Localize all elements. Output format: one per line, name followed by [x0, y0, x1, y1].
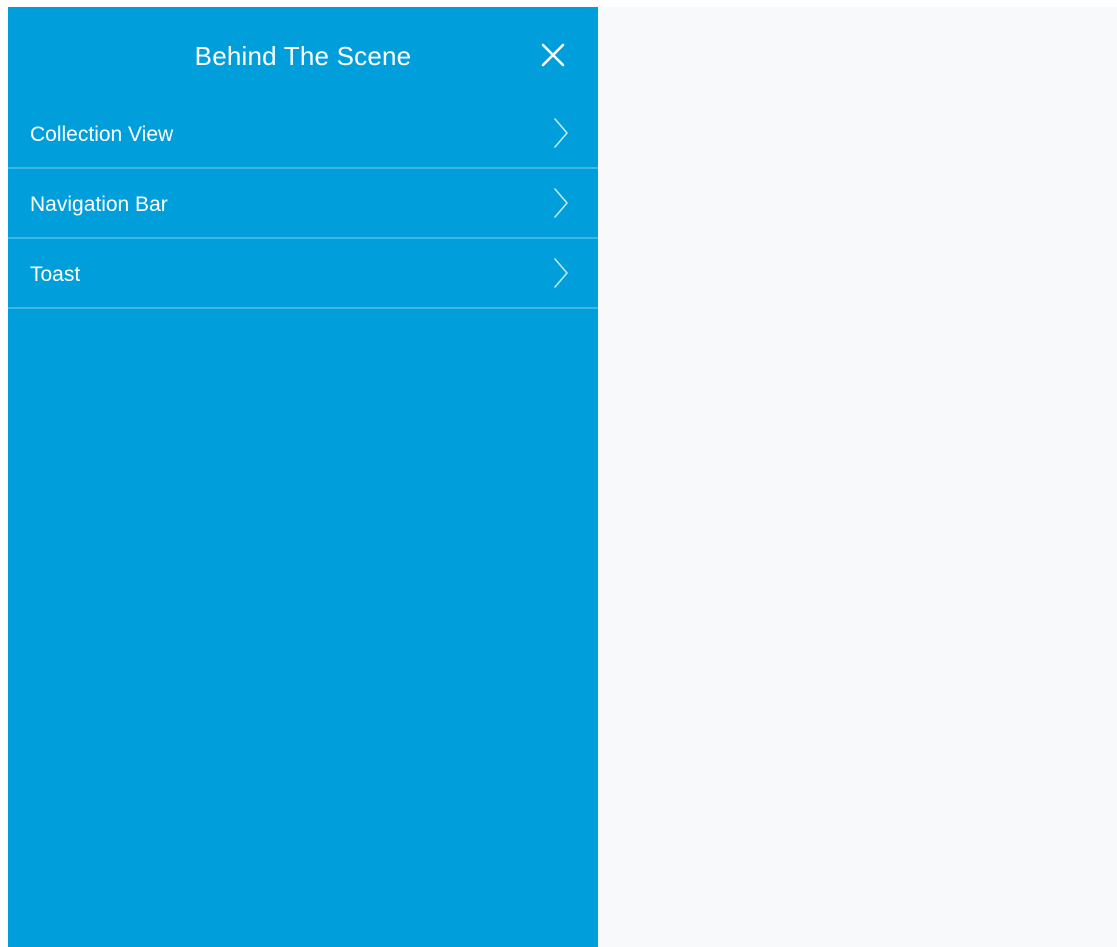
main-content-area	[598, 7, 1117, 947]
menu-item-label: Toast	[30, 263, 81, 286]
chevron-right-icon	[552, 256, 570, 290]
side-drawer: Behind The Scene Collection View Navigat…	[8, 7, 598, 947]
menu-item-toast[interactable]: Toast	[8, 239, 598, 309]
app-screen: Behind The Scene Collection View Navigat…	[8, 7, 1117, 947]
chevron-right-icon	[552, 116, 570, 150]
menu-item-label: Navigation Bar	[30, 193, 168, 216]
chevron-right-icon	[552, 186, 570, 220]
menu-item-collection-view[interactable]: Collection View	[8, 99, 598, 169]
drawer-header: Behind The Scene	[8, 7, 598, 99]
close-button[interactable]	[538, 40, 568, 70]
menu-item-label: Collection View	[30, 123, 174, 146]
menu-item-navigation-bar[interactable]: Navigation Bar	[8, 169, 598, 239]
drawer-menu: Collection View Navigation Bar Toast	[8, 99, 598, 309]
drawer-title: Behind The Scene	[194, 41, 412, 71]
close-icon	[541, 43, 565, 67]
